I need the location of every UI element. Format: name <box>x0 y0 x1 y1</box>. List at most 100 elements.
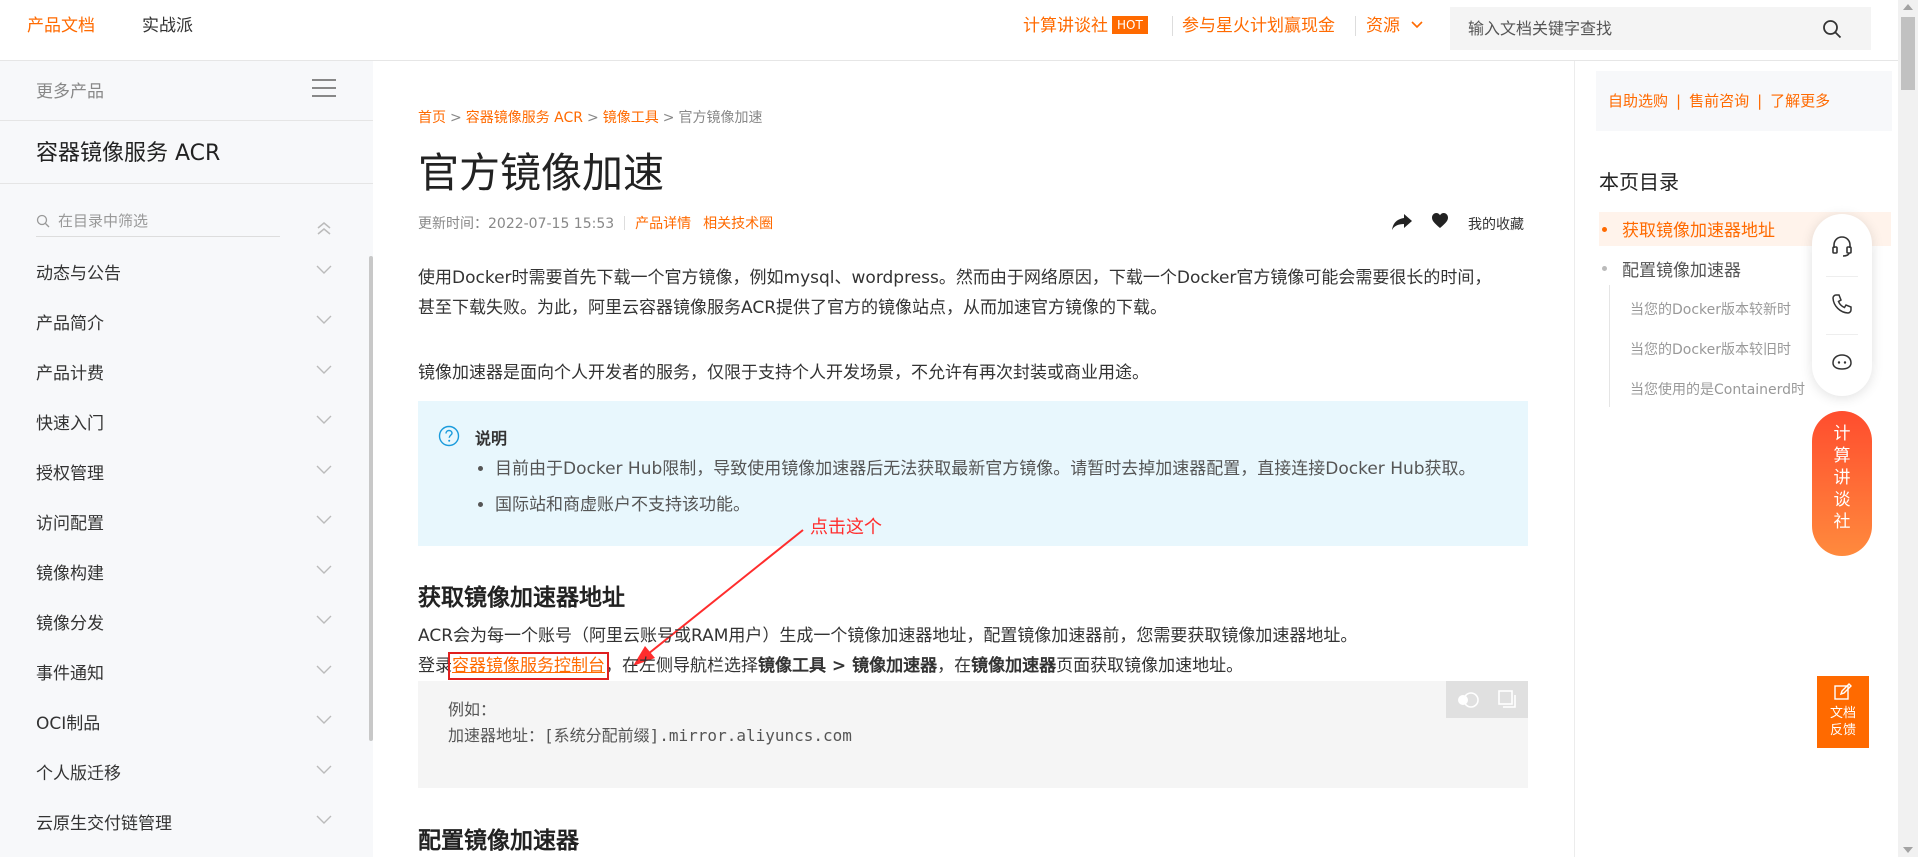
acr-console-link[interactable]: 容器镜像服务控制台 <box>452 656 605 676</box>
note-item: 国际站和商虚账户不支持该功能。 <box>495 487 1476 523</box>
sidebar-item[interactable]: 快速入门 <box>0 396 373 446</box>
toc-filter-input[interactable] <box>56 207 276 235</box>
sidebar-item-label: 产品简介 <box>36 314 104 334</box>
usage-notice-paragraph: 镜像加速器是面向个人开发者的服务，仅限于支持个人开发场景，不允许有再次封装或商业… <box>418 363 1149 383</box>
heart-icon[interactable] <box>1431 212 1449 230</box>
toc-sub-item[interactable]: 当您的Docker版本较新时 <box>1630 299 1791 319</box>
sidebar-item[interactable]: 镜像分发 <box>0 596 373 646</box>
headset-icon[interactable] <box>1830 234 1854 258</box>
search-icon[interactable] <box>1822 19 1842 39</box>
search-icon <box>36 214 50 228</box>
sidebar-item[interactable]: 事件通知 <box>0 646 373 696</box>
more-products-label[interactable]: 更多产品 <box>36 77 104 102</box>
presales-consult-link[interactable]: 售前咨询 <box>1689 92 1749 110</box>
get-address-line2: 登录容器镜像服务控制台，在左侧导航栏选择镜像工具 > 镜像加速器，在镜像加速器页… <box>418 651 1508 681</box>
section-heading-configure: 配置镜像加速器 <box>418 828 579 854</box>
chevron-down-icon <box>316 465 332 474</box>
text-login: 登录 <box>418 656 452 676</box>
text-end: 页面获取镜像加速地址。 <box>1056 656 1244 676</box>
scroll-down-icon[interactable] <box>1903 847 1913 853</box>
doc-feedback-button[interactable]: 文档 反馈 <box>1817 676 1869 748</box>
calc-talk-floating-button[interactable]: 计 算 讲 谈 社 <box>1812 411 1872 556</box>
chevron-down-icon <box>316 665 332 674</box>
breadcrumb-acr[interactable]: 容器镜像服务 ACR <box>466 110 583 126</box>
chatbot-icon[interactable] <box>1830 350 1854 374</box>
calc-talk-link[interactable]: 计算讲谈社 HOT <box>1023 14 1148 38</box>
breadcrumb-tools[interactable]: 镜像工具 <box>603 110 659 126</box>
calc-talk-label: 计算讲谈社 <box>1023 16 1108 36</box>
search-box <box>1450 7 1871 50</box>
sidebar-item-label: 访问配置 <box>36 514 104 534</box>
collapse-all-icon[interactable] <box>316 220 332 238</box>
chevron-down-icon <box>316 415 332 424</box>
article-meta: 更新时间：2022-07-15 15:53 产品详情 相关技术圈 <box>418 213 785 233</box>
scroll-up-icon[interactable] <box>1903 4 1913 10</box>
phone-icon[interactable] <box>1830 292 1854 316</box>
get-address-line1: ACR会为每一个账号（阿里云账号或RAM用户）生成一个镜像加速器地址，配置镜像加… <box>418 626 1358 646</box>
sidebar-item[interactable]: 个人版迁移 <box>0 746 373 796</box>
resources-menu[interactable]: 资源 <box>1366 14 1423 38</box>
sidebar-item[interactable]: OCI制品 <box>0 696 373 746</box>
my-favorites-link[interactable]: 我的收藏 <box>1468 214 1524 234</box>
text-in: ，在 <box>937 656 972 676</box>
copy-icon[interactable] <box>1497 689 1517 709</box>
note-item: 目前由于Docker Hub限制，导致使用镜像加速器后无法获取最新官方镜像。请暂… <box>495 451 1476 487</box>
toc-item-get-address[interactable]: 获取镜像加速器地址 <box>1622 216 1775 241</box>
toc-item-configure[interactable]: 配置镜像加速器 <box>1622 256 1741 281</box>
hamburger-menu-icon[interactable] <box>312 79 336 99</box>
sidebar-item[interactable]: 云原生交付链管理 <box>0 796 373 846</box>
calc-char: 计 <box>1833 424 1851 444</box>
sidebar: 更多产品 容器镜像服务 ACR 动态与公告 产品简介 产品计费 快速入门 授权管… <box>0 61 373 857</box>
sidebar-item-label: 动态与公告 <box>36 264 121 284</box>
sidebar-nav: 动态与公告 产品简介 产品计费 快速入门 授权管理 访问配置 镜像构建 镜像分发… <box>0 246 373 846</box>
sidebar-item-label: 事件通知 <box>36 664 104 684</box>
page-scrollbar[interactable] <box>1898 0 1918 857</box>
breadcrumb: 首页 > 容器镜像服务 ACR > 镜像工具 > 官方镜像加速 <box>418 110 763 126</box>
learn-more-link[interactable]: 了解更多 <box>1770 92 1830 110</box>
tab-product-docs[interactable]: 产品文档 <box>27 14 95 38</box>
toc-bullet <box>1602 227 1607 232</box>
divider <box>1826 276 1858 277</box>
chevron-down-icon <box>316 365 332 374</box>
text-accelerator-page: 镜像加速器 <box>971 656 1057 676</box>
toc-indent-line <box>1609 285 1610 407</box>
sidebar-item[interactable]: 授权管理 <box>0 446 373 496</box>
divider <box>1826 334 1858 335</box>
note-title: 说明 <box>475 429 508 448</box>
chevron-down-icon <box>316 265 332 274</box>
breadcrumb-home[interactable]: 首页 <box>418 110 446 126</box>
toc-filter <box>36 207 280 237</box>
search-input[interactable] <box>1450 7 1820 50</box>
code-block: 例如： 加速器地址：[系统分配前缀].mirror.aliyuncs.com <box>418 681 1528 788</box>
toc-sub-item[interactable]: 当您使用的是Containerd时 <box>1630 379 1805 399</box>
share-icon[interactable] <box>1391 213 1413 231</box>
annotation-highlight-box: 容器镜像服务控制台 <box>448 652 609 680</box>
spark-plan-link[interactable]: 参与星火计划赢现金 <box>1182 14 1335 38</box>
theme-toggle-icon[interactable] <box>1456 690 1480 710</box>
help-circle-icon <box>438 425 460 447</box>
code-content: 例如： 加速器地址：[系统分配前缀].mirror.aliyuncs.com <box>448 700 852 745</box>
chevron-down-icon <box>316 615 332 624</box>
sidebar-item[interactable]: 产品计费 <box>0 346 373 396</box>
tab-practice[interactable]: 实战派 <box>142 14 193 38</box>
self-purchase-link[interactable]: 自助选购 <box>1608 92 1668 110</box>
sidebar-item[interactable]: 镜像构建 <box>0 546 373 596</box>
sidebar-item-label: 授权管理 <box>36 464 104 484</box>
tech-circle-link[interactable]: 相关技术圈 <box>703 216 773 232</box>
chevron-down-icon <box>316 765 332 774</box>
sidebar-item[interactable]: 访问配置 <box>0 496 373 546</box>
text-nav: ，在左侧导航栏选择 <box>605 656 758 676</box>
resources-label: 资源 <box>1366 16 1400 36</box>
main-content: 首页 > 容器镜像服务 ACR > 镜像工具 > 官方镜像加速 官方镜像加速 更新时间：20… <box>373 61 1575 857</box>
sidebar-item[interactable]: 产品简介 <box>0 296 373 346</box>
product-detail-link[interactable]: 产品详情 <box>635 216 691 232</box>
page-title: 官方镜像加速 <box>418 149 664 197</box>
chevron-down-icon <box>316 815 332 824</box>
sidebar-item[interactable]: 动态与公告 <box>0 246 373 296</box>
toc-sub-item[interactable]: 当您的Docker版本较旧时 <box>1630 339 1791 359</box>
toc-title: 本页目录 <box>1599 170 1679 194</box>
divider <box>1355 16 1356 36</box>
scrollbar-thumb[interactable] <box>1901 17 1915 90</box>
sidebar-item-label: OCI制品 <box>36 714 101 734</box>
chevron-down-icon <box>316 715 332 724</box>
